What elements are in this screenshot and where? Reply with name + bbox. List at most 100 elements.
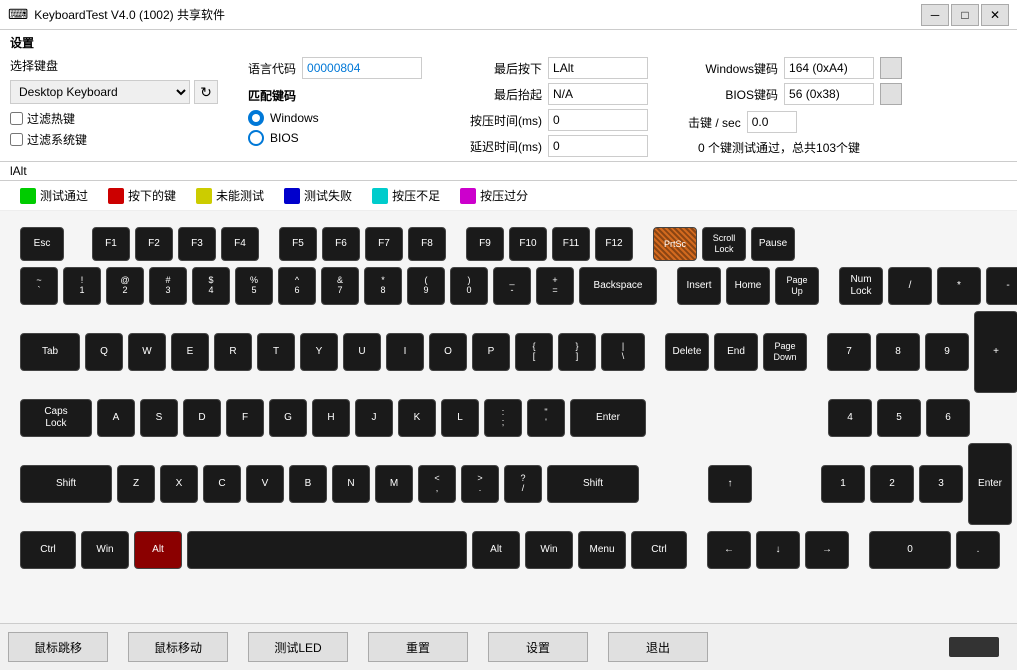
key-d[interactable]: D [183, 399, 221, 437]
key-f4[interactable]: F4 [221, 227, 259, 261]
key-f[interactable]: F [226, 399, 264, 437]
key-pause[interactable]: Pause [751, 227, 795, 261]
key-b[interactable]: B [289, 465, 327, 503]
key-numpad-6[interactable]: 6 [926, 399, 970, 437]
key-rwin[interactable]: Win [525, 531, 573, 569]
key-f8[interactable]: F8 [408, 227, 446, 261]
key-menu[interactable]: Menu [578, 531, 626, 569]
key-minus[interactable]: _- [493, 267, 531, 305]
key-tab[interactable]: Tab [20, 333, 80, 371]
bios-radio[interactable] [248, 130, 264, 146]
key-esc[interactable]: Esc [20, 227, 64, 261]
key-n[interactable]: N [332, 465, 370, 503]
key-lbracket[interactable]: {[ [515, 333, 553, 371]
refresh-button[interactable]: ↻ [194, 80, 218, 104]
key-backtick[interactable]: ~` [20, 267, 58, 305]
minimize-button[interactable]: ─ [921, 4, 949, 26]
filter-hotkey-checkbox[interactable] [10, 112, 23, 125]
key-f9[interactable]: F9 [466, 227, 504, 261]
key-equals[interactable]: += [536, 267, 574, 305]
key-1[interactable]: !1 [63, 267, 101, 305]
key-numpad-dot[interactable]: . [956, 531, 1000, 569]
key-insert[interactable]: Insert [677, 267, 721, 305]
key-3[interactable]: #3 [149, 267, 187, 305]
key-backslash[interactable]: |\ [601, 333, 645, 371]
filter-syskey-checkbox[interactable] [10, 133, 23, 146]
key-numpad-plus[interactable]: + [974, 311, 1017, 393]
settings-button[interactable]: 设置 [488, 632, 588, 662]
key-up[interactable]: ↑ [708, 465, 752, 503]
key-down[interactable]: ↓ [756, 531, 800, 569]
maximize-button[interactable]: □ [951, 4, 979, 26]
key-rbracket[interactable]: }] [558, 333, 596, 371]
key-period[interactable]: >. [461, 465, 499, 503]
lang-code-input[interactable] [302, 57, 422, 79]
key-9[interactable]: (9 [407, 267, 445, 305]
key-pagedown[interactable]: PageDown [763, 333, 807, 371]
key-lshift[interactable]: Shift [20, 465, 112, 503]
key-z[interactable]: Z [117, 465, 155, 503]
key-numpad-1[interactable]: 1 [821, 465, 865, 503]
key-backspace[interactable]: Backspace [579, 267, 657, 305]
key-l[interactable]: L [441, 399, 479, 437]
key-numpad-enter[interactable]: Enter [968, 443, 1012, 525]
key-k[interactable]: K [398, 399, 436, 437]
key-ralt[interactable]: Alt [472, 531, 520, 569]
test-led-button[interactable]: 测试LED [248, 632, 348, 662]
key-comma[interactable]: <, [418, 465, 456, 503]
windows-radio-row[interactable]: Windows [248, 110, 422, 126]
key-f2[interactable]: F2 [135, 227, 173, 261]
key-c[interactable]: C [203, 465, 241, 503]
reset-button[interactable]: 重置 [368, 632, 468, 662]
key-right[interactable]: → [805, 531, 849, 569]
bios-radio-row[interactable]: BIOS [248, 130, 422, 146]
key-lctrl[interactable]: Ctrl [20, 531, 76, 569]
key-q[interactable]: Q [85, 333, 123, 371]
key-numpad-3[interactable]: 3 [919, 465, 963, 503]
key-f5[interactable]: F5 [279, 227, 317, 261]
key-scrolllock[interactable]: ScrollLock [702, 227, 746, 261]
close-button[interactable]: ✕ [981, 4, 1009, 26]
keyboard-select[interactable]: Desktop Keyboard [10, 80, 190, 104]
key-x[interactable]: X [160, 465, 198, 503]
key-quote[interactable]: "' [527, 399, 565, 437]
key-numpad-2[interactable]: 2 [870, 465, 914, 503]
key-0[interactable]: )0 [450, 267, 488, 305]
key-f10[interactable]: F10 [509, 227, 547, 261]
key-numpad-8[interactable]: 8 [876, 333, 920, 371]
key-lwin[interactable]: Win [81, 531, 129, 569]
mouse-jump-button[interactable]: 鼠标跳移 [8, 632, 108, 662]
key-left[interactable]: ← [707, 531, 751, 569]
key-f11[interactable]: F11 [552, 227, 590, 261]
key-p[interactable]: P [472, 333, 510, 371]
key-i[interactable]: I [386, 333, 424, 371]
key-g[interactable]: G [269, 399, 307, 437]
key-f7[interactable]: F7 [365, 227, 403, 261]
mouse-move-button[interactable]: 鼠标移动 [128, 632, 228, 662]
key-semicolon[interactable]: :; [484, 399, 522, 437]
exit-button[interactable]: 退出 [608, 632, 708, 662]
key-8[interactable]: *8 [364, 267, 402, 305]
key-enter[interactable]: Enter [570, 399, 646, 437]
key-home[interactable]: Home [726, 267, 770, 305]
key-numpad-4[interactable]: 4 [828, 399, 872, 437]
key-s[interactable]: S [140, 399, 178, 437]
key-j[interactable]: J [355, 399, 393, 437]
key-f6[interactable]: F6 [322, 227, 360, 261]
key-t[interactable]: T [257, 333, 295, 371]
key-numlock[interactable]: NumLock [839, 267, 883, 305]
key-end[interactable]: End [714, 333, 758, 371]
key-lalt[interactable]: Alt [134, 531, 182, 569]
key-6[interactable]: ^6 [278, 267, 316, 305]
key-space[interactable] [187, 531, 467, 569]
key-5[interactable]: %5 [235, 267, 273, 305]
key-4[interactable]: $4 [192, 267, 230, 305]
key-numpad-0[interactable]: 0 [869, 531, 951, 569]
key-capslock[interactable]: CapsLock [20, 399, 92, 437]
key-numpad-minus[interactable]: - [986, 267, 1017, 305]
key-o[interactable]: O [429, 333, 467, 371]
key-h[interactable]: H [312, 399, 350, 437]
key-numpad-5[interactable]: 5 [877, 399, 921, 437]
key-f12[interactable]: F12 [595, 227, 633, 261]
key-7[interactable]: &7 [321, 267, 359, 305]
